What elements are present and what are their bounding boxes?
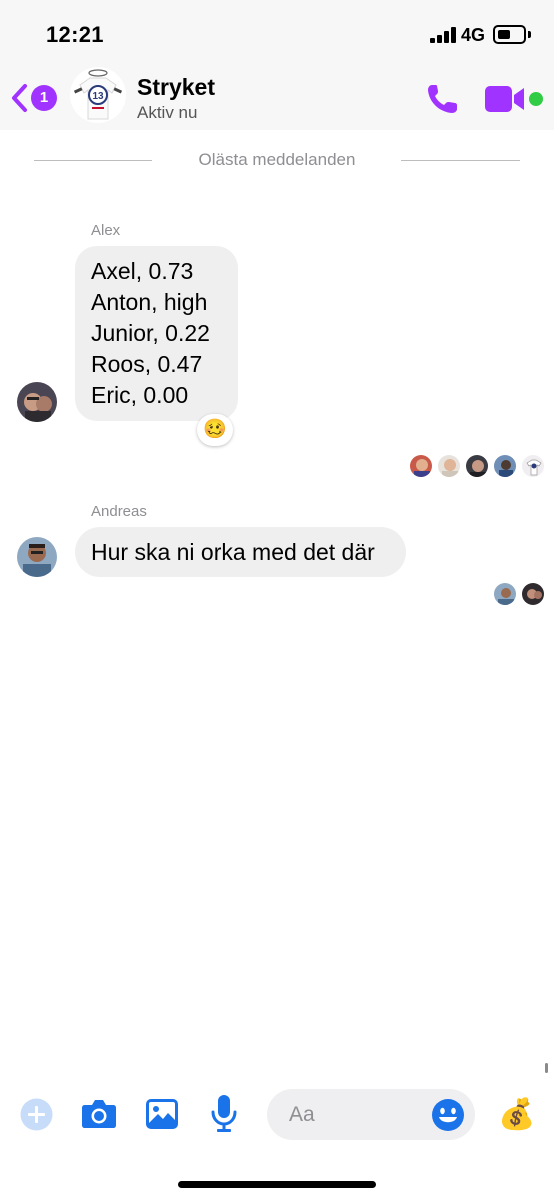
smiley-icon bbox=[432, 1099, 464, 1131]
battery-cap bbox=[528, 31, 531, 38]
seen-avatar bbox=[521, 454, 545, 478]
message-bubble[interactable]: Hur ska ni orka med det där bbox=[75, 527, 406, 577]
back-button[interactable]: 1 bbox=[10, 80, 60, 114]
home-indicator[interactable] bbox=[178, 1181, 376, 1188]
unread-divider: Olästa meddelanden bbox=[0, 150, 554, 172]
battery-icon bbox=[493, 25, 526, 44]
message-line: Hur ska ni orka med det där bbox=[91, 539, 375, 565]
seen-avatar bbox=[409, 454, 433, 478]
emoji-button[interactable] bbox=[431, 1098, 465, 1132]
chevron-left-icon bbox=[12, 84, 27, 112]
message-line: Eric, 0.00 bbox=[91, 382, 189, 408]
voice-message-button[interactable] bbox=[211, 1094, 237, 1132]
message-reaction[interactable]: 🥴 bbox=[197, 414, 233, 446]
message-line: Axel, 0.73 bbox=[91, 258, 194, 284]
message-input-container[interactable] bbox=[267, 1089, 475, 1140]
sender-name: Alex bbox=[91, 222, 121, 239]
voice-call-button[interactable] bbox=[425, 82, 461, 116]
video-call-button[interactable] bbox=[484, 84, 526, 114]
seen-avatar bbox=[465, 454, 489, 478]
avatar[interactable] bbox=[17, 382, 57, 422]
chat-title[interactable]: Stryket bbox=[137, 74, 215, 101]
seen-avatar bbox=[521, 582, 545, 606]
seen-avatar bbox=[493, 582, 517, 606]
image-icon bbox=[146, 1099, 178, 1129]
status-bar: 12:21 4G bbox=[0, 0, 554, 62]
divider-line-right bbox=[401, 160, 520, 161]
seen-avatar bbox=[437, 454, 461, 478]
network-type: 4G bbox=[461, 25, 486, 45]
jersey-icon: 13 bbox=[73, 69, 123, 120]
camera-button[interactable] bbox=[81, 1097, 117, 1129]
quick-reaction-button[interactable]: 💰 bbox=[498, 1096, 535, 1134]
active-status-dot bbox=[529, 92, 543, 106]
seen-avatar bbox=[493, 454, 517, 478]
message-input[interactable] bbox=[289, 1101, 429, 1129]
gallery-button[interactable] bbox=[145, 1098, 179, 1130]
message-bubble[interactable]: Axel, 0.73 Anton, high Junior, 0.22 Roos… bbox=[75, 246, 238, 421]
composer-bar: 💰 bbox=[0, 1078, 554, 1158]
jersey-number: 13 bbox=[92, 91, 104, 102]
scroll-indicator[interactable] bbox=[545, 1063, 548, 1073]
sender-name: Andreas bbox=[91, 503, 147, 520]
avatar[interactable] bbox=[17, 537, 57, 577]
plus-icon bbox=[20, 1098, 53, 1131]
signal-icon bbox=[430, 27, 456, 43]
more-actions-button[interactable] bbox=[20, 1098, 53, 1131]
message-line: Anton, high bbox=[91, 289, 208, 315]
unread-badge: 1 bbox=[31, 85, 57, 111]
message-line: Junior, 0.22 bbox=[91, 320, 210, 346]
microphone-icon bbox=[211, 1095, 237, 1132]
group-avatar[interactable]: 13 bbox=[70, 67, 126, 123]
camera-icon bbox=[82, 1100, 116, 1128]
video-camera-icon bbox=[485, 86, 524, 112]
phone-icon bbox=[428, 85, 457, 113]
message-line: Roos, 0.47 bbox=[91, 351, 203, 377]
chat-header: 1 13 Stryket Aktiv nu bbox=[0, 62, 554, 130]
status-time: 12:21 bbox=[46, 22, 104, 47]
chat-status: Aktiv nu bbox=[137, 103, 198, 122]
